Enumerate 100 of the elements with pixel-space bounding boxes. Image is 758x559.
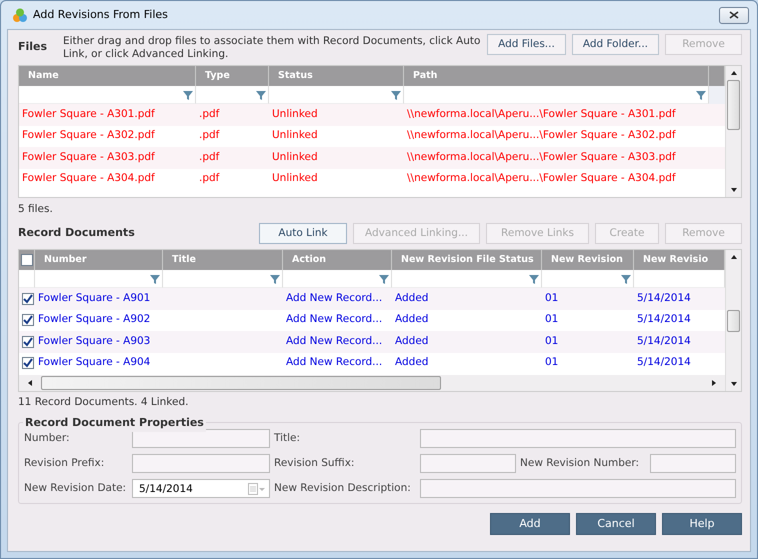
app-logo-icon [12,8,28,22]
table-cell[interactable]: Fowler Square - A904 [35,352,163,374]
window-title: Add Revisions From Files [33,6,168,23]
table-cell-text: \\newforma.local\Aperu...\Fowler Square - A303.pdf [406,150,677,165]
check-icon [23,358,33,368]
check-icon [23,294,33,304]
filter-field[interactable] [634,270,725,288]
table-cell-text: .pdf [198,171,220,186]
table-cell-text: 01 [544,334,560,349]
scroll-up-icon[interactable] [730,254,738,260]
table-cell-text: Unlinked [271,171,319,186]
check-icon [23,315,33,326]
table-cell-text: Unlinked [271,150,319,165]
button[interactable]: Add Files... [487,34,566,55]
column-header[interactable]: New Revisio [634,250,725,270]
filter-field[interactable] [163,270,283,288]
filter-field[interactable] [404,86,709,104]
input-field[interactable] [420,429,736,448]
scrollbar-thumb[interactable] [727,310,740,332]
column-header[interactable]: Number [35,250,163,270]
table-cell-text: Added [394,290,430,306]
column-header[interactable]: New Revision [542,250,634,270]
filter-icon [379,274,389,284]
table-cell[interactable]: Fowler Square - A901 [35,288,163,310]
field-label: Revision Prefix: [24,456,106,471]
vertical-scrollbar[interactable] [725,66,741,197]
table-cell[interactable]: Add New Record... [283,310,392,331]
input-field[interactable] [420,454,516,473]
filter-field[interactable] [392,270,542,288]
button[interactable]: Auto Link [259,222,347,244]
dialog-button[interactable]: Add [490,513,570,535]
filter-field[interactable] [269,86,404,104]
table-cell-text: Fowler Square - A303.pdf [21,150,156,165]
table-cell-text: Fowler Square - A302.pdf [21,128,156,144]
scroll-up-icon[interactable] [730,70,738,76]
input-field[interactable] [132,454,270,473]
table-row[interactable]: Fowler Square - A303.pdf .pdf Unlinked \\newforma.local\Aperu...\Fowler Square - A303.pdf [19,147,725,168]
checkbox[interactable] [22,336,34,348]
field-label: New Revision Date: [24,480,128,496]
table-row[interactable]: Fowler Square - A901 Add New Record... Added 01 5/14/2014 [19,288,725,310]
checkbox[interactable] [22,292,34,305]
table-cell-text: 01 [544,355,560,370]
date-field[interactable]: 5/14/2014 [132,479,270,498]
table-cell-text: \\newforma.local\Aperu...\Fowler Square - A304.pdf [406,171,677,186]
scrollbar-thumb[interactable] [41,376,441,390]
table-cell-text: 5/14/2014 [636,355,692,370]
input-field[interactable] [650,454,736,473]
instructions-text: Either drag and drop files to associate them with Record Documents, click Auto Link, or click Advanced Linking. [63,35,482,61]
checkbox[interactable] [22,314,34,326]
column-header[interactable]: Action [283,250,392,270]
close-button[interactable] [719,6,749,24]
filter-icon [529,274,539,284]
table-cell[interactable]: Fowler Square - A902 [35,310,163,331]
section-title: Record Documents [18,224,135,241]
filter-icon [621,274,631,284]
table-row[interactable]: Fowler Square - A301.pdf .pdf Unlinked \\newforma.local\Aperu...\Fowler Square - A301.pdf [19,104,725,126]
input-field[interactable] [420,479,736,498]
table-cell-text: 01 [544,312,560,328]
check-icon [23,336,33,347]
section-title: Files [18,39,48,55]
field-label: New Revision Description: [274,480,412,496]
vertical-scrollbar[interactable] [725,250,741,391]
table-cell[interactable]: Add New Record... [283,352,392,374]
column-header[interactable]: Title [163,250,283,270]
filter-icon [696,90,706,100]
filter-field[interactable] [542,270,634,288]
column-header[interactable]: Path [404,66,709,86]
table-cell[interactable]: Fowler Square - A903 [35,331,163,352]
filter-field[interactable] [19,86,196,104]
scroll-down-icon[interactable] [730,381,738,387]
filter-field[interactable] [283,270,392,288]
column-header[interactable]: Type [196,66,269,86]
button[interactable]: Add Folder... [572,34,659,55]
checkbox[interactable] [21,254,33,266]
input-field[interactable] [132,429,270,448]
scroll-right-icon[interactable] [711,379,717,387]
dialog-button[interactable]: Cancel [576,513,656,535]
table-cell[interactable]: Add New Record... [283,288,392,310]
table-row[interactable]: Fowler Square - A903 Add New Record... Added 01 5/14/2014 [19,331,725,352]
table-cell-text: .pdf [198,150,220,165]
table-cell-text: 5/14/2014 [636,312,692,328]
status-text: 11 Record Documents. 4 Linked. [18,395,188,410]
table-cell-text: Fowler Square - A304.pdf [21,171,156,186]
column-header[interactable]: New Revision File Status [392,250,542,270]
horizontal-scrollbar[interactable] [19,375,725,391]
checkbox[interactable] [22,357,34,370]
column-header[interactable]: Name [19,66,196,86]
filter-icon [183,90,193,100]
table-cell-text: Unlinked [271,106,319,122]
table-cell-text: 01 [544,290,560,306]
filter-icon [150,274,160,284]
scrollbar-thumb[interactable] [727,80,740,130]
filter-field[interactable] [196,86,269,104]
filter-icon [270,274,280,284]
scroll-down-icon[interactable] [730,187,738,193]
scroll-left-icon[interactable] [27,379,33,387]
dialog-button[interactable]: Help [662,513,742,535]
filter-field[interactable] [35,270,163,288]
column-header[interactable]: Status [269,66,404,86]
table-cell[interactable]: Add New Record... [283,331,392,352]
